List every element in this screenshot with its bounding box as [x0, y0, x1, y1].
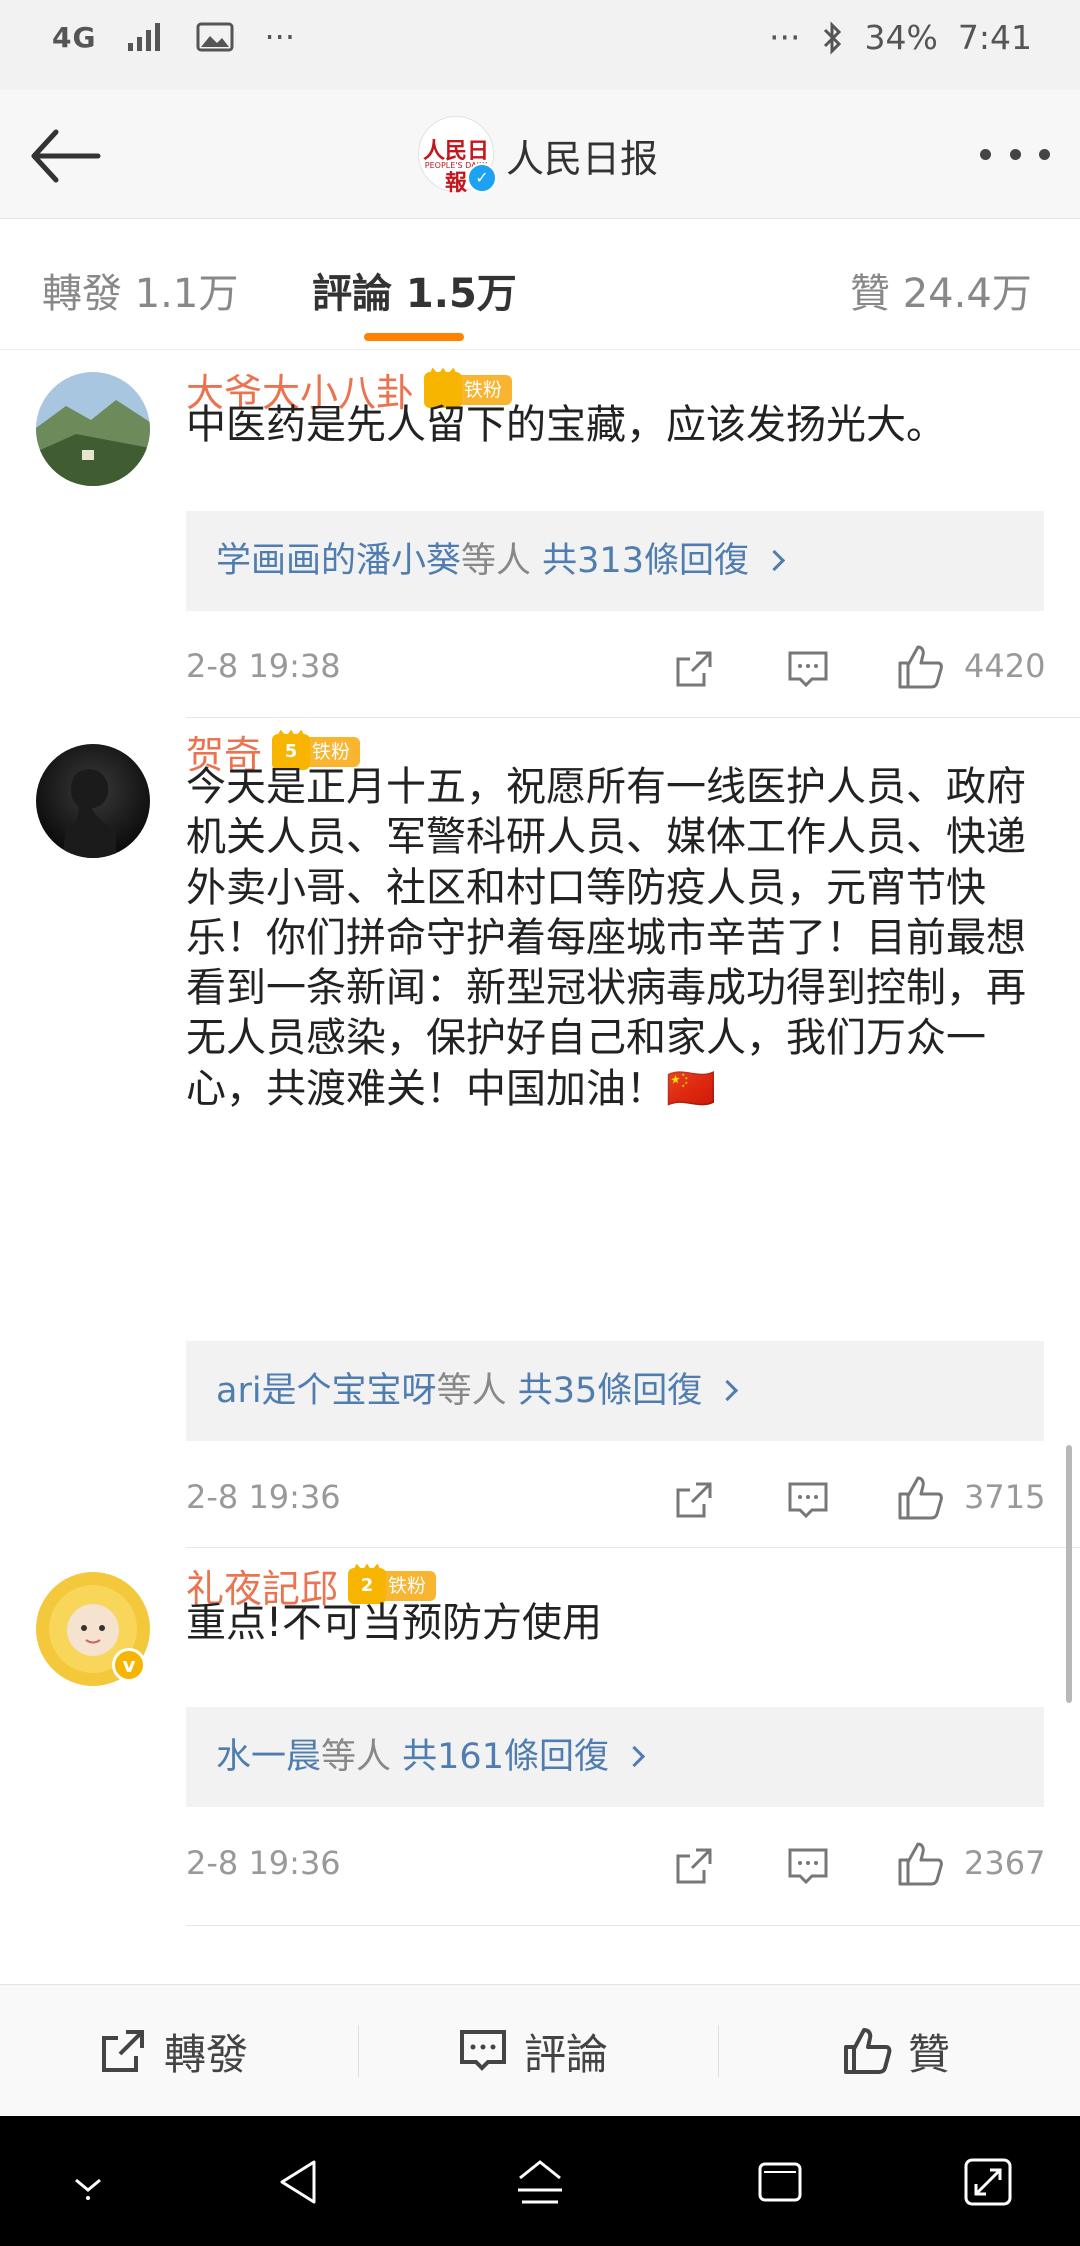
divider [186, 717, 1080, 718]
comment-meta: 2-8 19:36 2367 [186, 1836, 1046, 1892]
divider [186, 1925, 1080, 1926]
like-button[interactable]: 贊 [842, 1985, 950, 2117]
status-more-left: ··· [264, 18, 295, 56]
avatar-image [36, 744, 150, 858]
thumbs-up-icon[interactable] [896, 1474, 944, 1522]
thumbs-up-icon[interactable] [896, 643, 944, 691]
separator [718, 2025, 719, 2077]
comment-button[interactable]: 評論 [458, 1985, 608, 2117]
reply-connector: 等人 [436, 1371, 518, 1411]
comment-text: 重点!不可当预防方使用 [186, 1600, 603, 1646]
share-icon[interactable] [672, 647, 716, 691]
status-bar: 4G ··· ··· 34% 7:41 [0, 0, 1080, 90]
like-count: 2367 [964, 1844, 1046, 1882]
share-icon [102, 2030, 144, 2072]
clock: 7:41 [957, 18, 1032, 57]
tab-likes[interactable]: 贊 24.4万 [850, 261, 1032, 319]
reply-connector: 等人 [461, 541, 543, 581]
more-options-icon[interactable] [980, 142, 1050, 166]
comment-meta: 2-8 19:36 3715 [186, 1470, 1046, 1526]
reply-users: 水一晨 [216, 1737, 322, 1777]
avatar[interactable] [36, 372, 150, 486]
avatar[interactable]: v [36, 1572, 150, 1686]
comment-icon [460, 2030, 506, 2071]
tab-bar: 轉發 1.1万 評論 1.5万 贊 24.4万 [0, 219, 1080, 350]
divider [186, 1547, 1080, 1548]
verified-yellow-icon: v [112, 1648, 146, 1682]
bottom-action-bar: 轉發 評論 贊 [0, 1984, 1080, 2117]
network-type: 4G [52, 20, 97, 54]
reply-count: 共161條回復 [402, 1737, 609, 1777]
recent-apps-icon[interactable] [752, 2154, 808, 2210]
battery-percent: 34% [864, 18, 938, 57]
comment-icon[interactable] [786, 1844, 830, 1888]
like-count: 3715 [964, 1478, 1046, 1516]
account-avatar[interactable]: 人民日報 PEOPLE'S DAILY ✓ [418, 116, 497, 196]
comment-meta: 2-8 19:38 4420 [186, 639, 1046, 695]
tab-comments[interactable]: 評論 1.5万 [312, 261, 517, 319]
comment-list[interactable]: 大爷大小八卦 铁粉 中医药是先人留下的宝藏，应该发扬光大。 学画画的潘小葵等人 … [0, 350, 1080, 1984]
reply-users: 学画画的潘小葵 [216, 541, 462, 581]
replies-preview[interactable]: ari是个宝宝呀等人 共35條回復 [186, 1341, 1044, 1441]
share-icon[interactable] [672, 1844, 716, 1888]
fan-badge-label: 铁粉 [382, 1570, 437, 1601]
chevron-right-icon [717, 1379, 739, 1402]
like-label: 贊 [908, 2029, 951, 2079]
gallery-icon [196, 22, 234, 52]
system-nav-bar [0, 2116, 1080, 2246]
avatar-image [36, 372, 150, 486]
replies-preview[interactable]: 学画画的潘小葵等人 共313條回復 [186, 511, 1044, 611]
back-arrow-icon[interactable] [26, 116, 106, 196]
reply-count: 共35條回復 [517, 1371, 703, 1411]
separator [358, 2025, 359, 2077]
comment-text: 今天是正月十五，祝愿所有一线医护人员、政府机关人员、军警科研人员、媒体工作人员、… [186, 764, 1026, 1112]
comment-time: 2-8 19:36 [186, 1844, 341, 1882]
scrollbar[interactable] [1066, 1445, 1072, 1703]
active-tab-indicator [364, 333, 464, 341]
status-more-right: ··· [769, 18, 801, 57]
tab-repost[interactable]: 轉發 1.1万 [42, 261, 238, 319]
avatar[interactable] [36, 744, 150, 858]
reply-users: ari是个宝宝呀 [216, 1371, 437, 1411]
chevron-down-icon[interactable] [60, 2154, 116, 2210]
rotate-screen-icon[interactable] [960, 2154, 1016, 2210]
repost-label: 轉發 [164, 2029, 249, 2079]
page-title[interactable]: 人民日报 [506, 128, 658, 183]
thumbs-up-icon [844, 2028, 892, 2074]
chevron-right-icon [623, 1745, 646, 1768]
comment-icon[interactable] [786, 1478, 830, 1522]
top-nav-bar: 人民日報 PEOPLE'S DAILY ✓ 人民日报 [0, 90, 1080, 219]
signal-icon [128, 23, 161, 51]
reply-connector: 等人 [321, 1737, 403, 1777]
repost-button[interactable]: 轉發 [98, 1985, 248, 2117]
comment-icon[interactable] [786, 647, 830, 691]
back-triangle-icon[interactable] [272, 2154, 328, 2210]
comment-text: 中医药是先人留下的宝藏，应该发扬光大。 [186, 402, 946, 448]
reply-count: 共313條回復 [542, 541, 749, 581]
comment-label: 評論 [524, 2029, 609, 2079]
replies-preview[interactable]: 水一晨等人 共161條回復 [186, 1707, 1044, 1807]
comment-time: 2-8 19:36 [186, 1478, 341, 1516]
bluetooth-icon [823, 20, 841, 55]
chevron-right-icon [763, 549, 786, 572]
verified-icon: ✓ [467, 163, 497, 193]
comment-time: 2-8 19:38 [186, 647, 341, 685]
home-icon[interactable] [512, 2154, 568, 2210]
like-count: 4420 [964, 647, 1046, 685]
thumbs-up-icon[interactable] [896, 1840, 944, 1888]
share-icon[interactable] [672, 1478, 716, 1522]
